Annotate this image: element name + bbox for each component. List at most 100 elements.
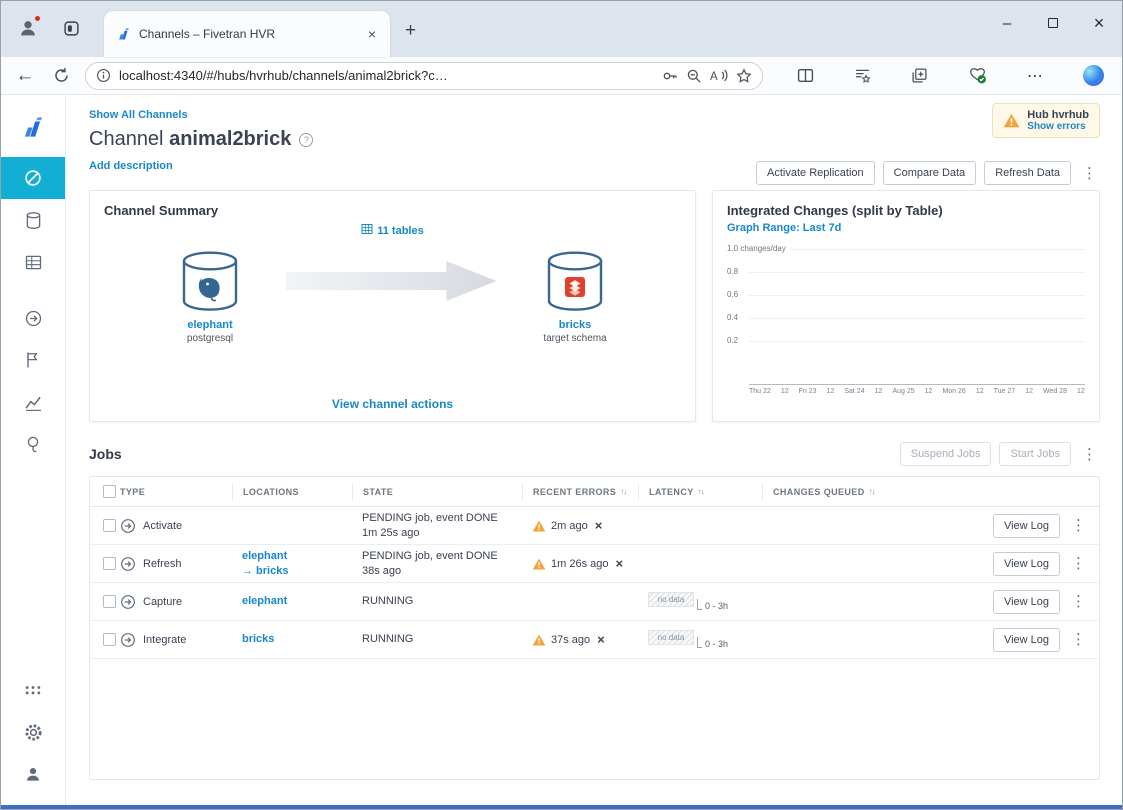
app-sidebar: [1, 95, 66, 805]
show-errors-link[interactable]: Show errors: [1027, 121, 1089, 132]
source-name-link[interactable]: elephant: [187, 319, 232, 331]
jobs-table-header: TYPE LOCATIONS STATE RECENT ERRORS ↑↓ LAT…: [90, 477, 1099, 507]
activate-replication-button[interactable]: Activate Replication: [756, 161, 875, 185]
job-type-label: Activate: [143, 519, 183, 532]
minimize-button[interactable]: –: [984, 1, 1030, 45]
row-checkbox[interactable]: [103, 519, 116, 532]
site-info-icon[interactable]: [96, 68, 111, 83]
dismiss-error-icon[interactable]: ×: [597, 632, 605, 647]
settings-gear-icon[interactable]: [1, 711, 65, 753]
y-tick-label: 1.0 changes/day: [727, 244, 790, 253]
row-kebab-icon[interactable]: ⋮: [1068, 556, 1089, 571]
title-prefix: Channel: [89, 128, 164, 150]
warning-icon: [532, 520, 546, 531]
hub-errors-button[interactable]: Hub hvrhub Show errors: [992, 103, 1100, 138]
suspend-jobs-button[interactable]: Suspend Jobs: [899, 442, 992, 466]
job-state: PENDING job, event DONE 38s ago: [362, 550, 498, 577]
recent-error: 1m 26s ago ×: [532, 556, 623, 571]
sidebar-item-channels[interactable]: [1, 157, 65, 199]
error-time-label: 2m ago: [551, 519, 588, 532]
dismiss-error-icon[interactable]: ×: [595, 518, 603, 533]
job-type-label: Refresh: [143, 557, 182, 570]
col-latency: LATENCY ↑↓: [638, 483, 762, 500]
refresh-data-button[interactable]: Refresh Data: [984, 161, 1071, 185]
fivetran-logo-icon: [1, 107, 65, 149]
target-type-label: target schema: [543, 333, 607, 344]
sidebar-item-tables[interactable]: [1, 241, 65, 283]
jobs-table: TYPE LOCATIONS STATE RECENT ERRORS ↑↓ LAT…: [89, 476, 1100, 780]
workspaces-icon[interactable]: [63, 20, 80, 37]
back-button[interactable]: ←: [13, 64, 37, 88]
add-description-link[interactable]: Add description: [89, 160, 173, 172]
view-log-button[interactable]: View Log: [992, 513, 1060, 538]
view-log-button[interactable]: View Log: [992, 551, 1060, 576]
chart-series: [727, 364, 1085, 385]
channel-name: animal2brick: [169, 128, 292, 150]
apps-grid-icon[interactable]: [1, 669, 65, 711]
new-tab-button[interactable]: +: [405, 21, 416, 40]
row-kebab-icon[interactable]: ⋮: [1068, 594, 1089, 609]
more-options-icon[interactable]: ⋯: [1027, 66, 1043, 86]
profile-avatar[interactable]: [15, 15, 41, 41]
reload-button[interactable]: [49, 64, 73, 88]
job-type-icon: [121, 632, 135, 647]
tables-link[interactable]: 11 tables: [90, 223, 695, 237]
channel-summary-card: Channel Summary 11 tables elephant postg…: [89, 190, 696, 422]
graph-range-link[interactable]: Graph Range: Last 7d: [727, 222, 841, 234]
copilot-icon[interactable]: [1083, 65, 1104, 86]
row-checkbox[interactable]: [103, 633, 116, 646]
row-kebab-icon[interactable]: ⋮: [1068, 518, 1089, 533]
read-aloud-icon[interactable]: A: [710, 68, 728, 83]
channels-icon: [25, 170, 41, 186]
maximize-icon: [1048, 18, 1058, 28]
tab-close-icon[interactable]: ×: [364, 26, 380, 42]
user-profile-icon[interactable]: [1, 753, 65, 795]
compare-data-button[interactable]: Compare Data: [882, 161, 977, 185]
browser-tab[interactable]: Channels – Fivetran HVR ×: [104, 11, 390, 57]
view-log-button[interactable]: View Log: [992, 589, 1060, 614]
job-locations[interactable]: bricks: [232, 632, 352, 647]
table-row: Capture elephant RUNNING no data 0 - 3h …: [90, 583, 1099, 621]
maximize-button[interactable]: [1030, 1, 1076, 45]
x-tick-label: 12: [924, 388, 933, 395]
show-all-channels-link[interactable]: Show All Channels: [89, 109, 188, 121]
dismiss-error-icon[interactable]: ×: [615, 556, 623, 571]
sidebar-item-statistics[interactable]: [1, 381, 65, 423]
password-key-icon[interactable]: [662, 68, 678, 84]
jobs-kebab-icon[interactable]: ⋮: [1079, 447, 1100, 462]
sort-icon[interactable]: ↑↓: [698, 487, 705, 496]
row-checkbox[interactable]: [103, 595, 116, 608]
view-log-button[interactable]: View Log: [992, 627, 1060, 652]
latency-no-data: no data: [648, 630, 694, 645]
sidebar-item-jobs[interactable]: [1, 297, 65, 339]
sidebar-item-agents[interactable]: [1, 423, 65, 465]
browser-essentials-icon[interactable]: [968, 67, 987, 84]
sidebar-item-locations[interactable]: [1, 199, 65, 241]
address-bar[interactable]: localhost:4340/#/hubs/hvrhub/channels/an…: [85, 61, 763, 90]
arrow-circle-icon: [25, 310, 41, 326]
target-node[interactable]: bricks target schema: [527, 249, 623, 344]
select-all-checkbox[interactable]: [103, 485, 116, 498]
view-channel-actions-link[interactable]: View channel actions: [332, 397, 453, 411]
zoom-out-icon[interactable]: [686, 68, 702, 84]
collections-icon[interactable]: [911, 67, 928, 84]
agent-icon: [27, 436, 39, 453]
y-tick-label: 0.2: [727, 336, 743, 345]
row-checkbox[interactable]: [103, 557, 116, 570]
help-icon[interactable]: ?: [299, 132, 314, 147]
start-jobs-button[interactable]: Start Jobs: [999, 442, 1071, 466]
row-kebab-icon[interactable]: ⋮: [1068, 632, 1089, 647]
header-kebab-icon[interactable]: ⋮: [1079, 166, 1100, 181]
favorites-icon[interactable]: [854, 67, 871, 84]
favorite-star-icon[interactable]: [736, 67, 752, 84]
job-locations[interactable]: elephant → bricks: [232, 549, 352, 579]
close-button[interactable]: ×: [1076, 1, 1122, 45]
source-node[interactable]: elephant postgresql: [162, 249, 258, 344]
sort-icon[interactable]: ↑↓: [869, 487, 876, 496]
split-screen-icon[interactable]: [797, 67, 814, 84]
job-type-icon: [121, 556, 135, 571]
job-locations[interactable]: elephant: [232, 594, 352, 609]
sort-icon[interactable]: ↑↓: [620, 487, 627, 496]
target-name-link[interactable]: bricks: [559, 319, 591, 331]
sidebar-item-events[interactable]: [1, 339, 65, 381]
